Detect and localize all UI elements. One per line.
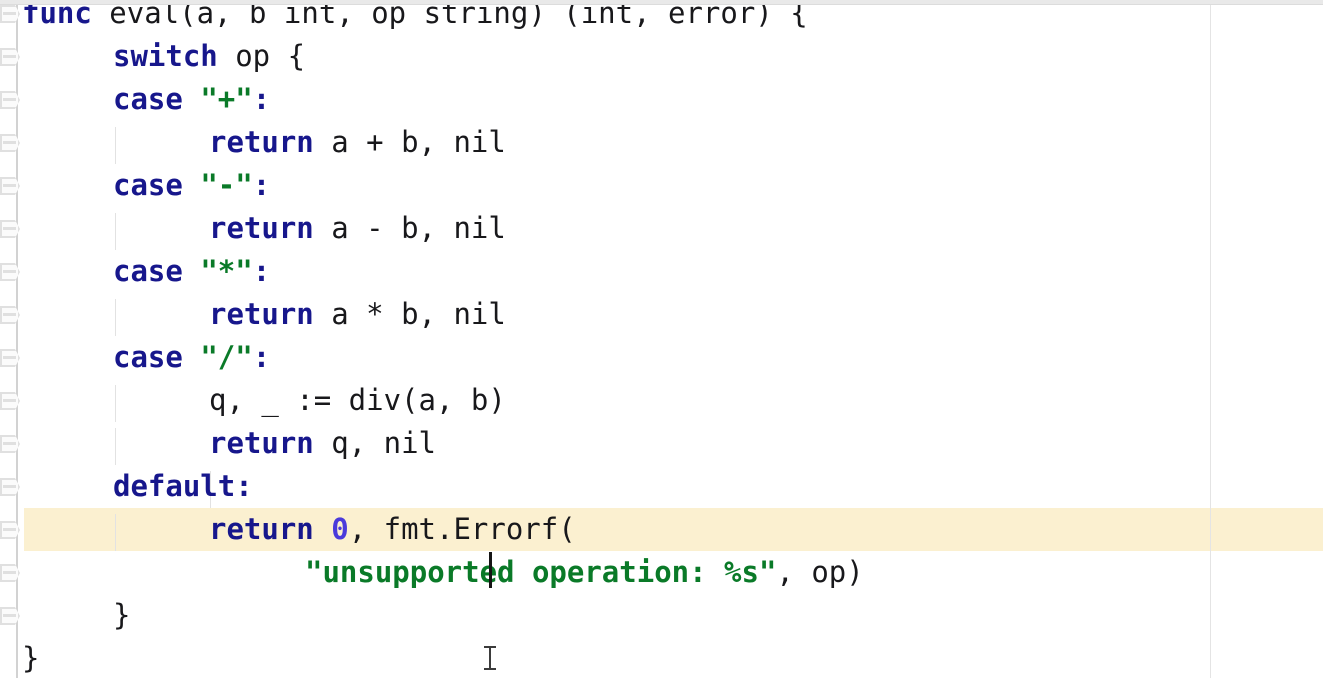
code-token-num: 0 (331, 512, 349, 546)
code-line[interactable]: } (113, 594, 130, 637)
code-line[interactable]: default: (113, 465, 253, 508)
code-token-plain: op { (217, 39, 306, 73)
code-line[interactable]: return q, nil (209, 422, 436, 465)
code-token-plain: a * b, nil (313, 297, 506, 331)
code-token-kw: return (209, 125, 314, 159)
code-line[interactable]: switch op { (113, 35, 305, 78)
code-token-kw: return (209, 426, 314, 460)
code-editor-window: func eval(a, b int, op string) (int, err… (0, 0, 1323, 678)
code-token-kw: return (209, 297, 314, 331)
code-line[interactable]: } (22, 637, 39, 678)
code-token-punct: : (252, 168, 271, 202)
code-token-plain: a - b, nil (313, 211, 506, 245)
code-token-plain: , op) (776, 555, 864, 589)
code-token-str: "+" (200, 82, 253, 116)
code-line[interactable]: return a * b, nil (209, 293, 506, 336)
code-token-str: "-" (200, 168, 253, 202)
code-line[interactable]: "unsupported operation: %s", op) (305, 551, 864, 594)
code-line[interactable]: return a + b, nil (209, 121, 506, 164)
code-token-kw: return (209, 512, 314, 546)
code-token-kw: case (113, 254, 201, 288)
code-line[interactable]: case "+": (113, 78, 270, 121)
code-line[interactable]: q, _ := div(a, b) (209, 379, 506, 422)
code-token-punct: : (252, 254, 271, 288)
code-token-kw: case (113, 168, 201, 202)
code-line[interactable]: return a - b, nil (209, 207, 506, 250)
code-token-plain: } (113, 598, 131, 632)
code-token-kw: case (113, 82, 201, 116)
code-token-str: "/" (200, 340, 253, 374)
code-token-kw: return (209, 211, 314, 245)
window-top-edge (0, 0, 1323, 5)
code-token-str: "unsupported operation: %s" (305, 555, 777, 589)
code-line[interactable]: case "*": (113, 250, 270, 293)
code-line[interactable]: func eval(a, b int, op string) (int, err… (22, 0, 808, 35)
i-beam-bottom-serif (484, 668, 496, 670)
code-token-str: "*" (200, 254, 253, 288)
i-beam-stem (489, 647, 491, 669)
code-line[interactable]: case "-": (113, 164, 270, 207)
code-token-punct: : (235, 469, 253, 503)
code-token-kw: case (113, 340, 201, 374)
i-beam-cursor-icon (483, 645, 497, 671)
code-token-plain: q, _ := div(a, b) (209, 383, 506, 417)
code-content[interactable]: func eval(a, b int, op string) (int, err… (0, 0, 1323, 678)
code-token-kw: switch (113, 39, 218, 73)
code-token-plain: , fmt.Errorf( (348, 512, 576, 546)
code-token-punct: : (252, 82, 271, 116)
code-token-plain: a + b, nil (313, 125, 506, 159)
code-line[interactable]: case "/": (113, 336, 270, 379)
code-token-punct: : (252, 340, 271, 374)
text-insertion-caret (489, 552, 492, 588)
code-token-plain: q, nil (313, 426, 436, 460)
code-token-kw: default (113, 469, 236, 503)
code-token-plain: } (22, 641, 40, 675)
code-line[interactable]: return 0, fmt.Errorf( (209, 508, 576, 551)
